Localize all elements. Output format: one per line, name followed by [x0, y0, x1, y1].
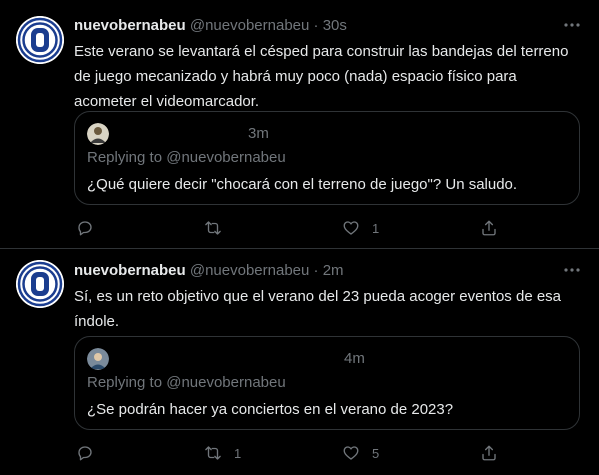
retweet-icon: [205, 221, 221, 235]
heart-icon: [343, 221, 359, 235]
more-horizontal-icon: [564, 23, 580, 27]
avatar[interactable]: [16, 16, 64, 64]
like-button[interactable]: 1: [342, 218, 379, 238]
like-button[interactable]: 5: [342, 443, 379, 463]
nuevobernabeu-logo-icon: [16, 260, 64, 308]
share-button[interactable]: [480, 218, 498, 238]
nuevobernabeu-logo-icon: [16, 16, 64, 64]
more-options-button[interactable]: [561, 259, 583, 281]
tweet[interactable]: nuevobernabeu @nuevobernabeu · 2m Sí, es…: [0, 249, 599, 475]
display-name[interactable]: nuevobernabeu: [74, 17, 186, 34]
quoted-tweet[interactable]: 3m Replying to @nuevobernabeu ¿Qué quier…: [74, 111, 580, 205]
quoted-tweet[interactable]: 4m Replying to @nuevobernabeu ¿Se podrán…: [74, 336, 580, 430]
separator-dot: ·: [313, 262, 319, 279]
quoted-time: 4m: [344, 350, 365, 367]
retweet-icon: [205, 446, 221, 460]
tweet-text: Este verano se levantará el césped para …: [74, 43, 569, 110]
retweet-count: 1: [234, 445, 242, 461]
tweet-header: nuevobernabeu @nuevobernabeu · 2m: [74, 261, 583, 281]
display-name[interactable]: nuevobernabeu: [74, 262, 186, 279]
more-options-button[interactable]: [561, 14, 583, 36]
tweet-actions: 1: [74, 218, 534, 238]
tweet-actions: 1 5: [74, 443, 534, 463]
retweet-button[interactable]: [204, 218, 234, 238]
tweet[interactable]: nuevobernabeu @nuevobernabeu · 30s Este …: [0, 0, 599, 249]
reply-button[interactable]: [76, 218, 106, 238]
tweet-text: Sí, es un reto objetivo que el verano de…: [74, 288, 562, 330]
tweet-time[interactable]: 2m: [323, 262, 344, 279]
share-icon: [482, 220, 496, 236]
replying-to-label: Replying to @nuevobernabeu: [87, 149, 286, 166]
user-handle[interactable]: @nuevobernabeu: [190, 262, 310, 279]
avatar[interactable]: [16, 260, 64, 308]
separator-dot: ·: [313, 17, 319, 34]
reply-icon: [78, 221, 92, 236]
reply-icon: [78, 446, 92, 461]
quoted-text: ¿Se podrán hacer ya conciertos en el ver…: [87, 401, 454, 418]
more-horizontal-icon: [564, 268, 580, 272]
tweet-header: nuevobernabeu @nuevobernabeu · 30s: [74, 16, 583, 36]
quoted-time: 3m: [248, 125, 269, 142]
user-photo-icon: [87, 123, 109, 145]
tweet-time[interactable]: 30s: [323, 17, 347, 34]
retweet-button[interactable]: 1: [204, 443, 241, 463]
replying-to-label: Replying to @nuevobernabeu: [87, 374, 286, 391]
share-icon: [482, 445, 496, 461]
share-button[interactable]: [480, 443, 498, 463]
reply-button[interactable]: [76, 443, 106, 463]
like-count: 5: [372, 445, 380, 461]
heart-icon: [343, 446, 359, 460]
quoted-avatar[interactable]: [87, 348, 109, 370]
user-handle[interactable]: @nuevobernabeu: [190, 17, 310, 34]
quoted-text: ¿Qué quiere decir "chocará con el terren…: [87, 176, 518, 193]
user-photo-icon: [87, 348, 109, 370]
quoted-avatar[interactable]: [87, 123, 109, 145]
like-count: 1: [372, 220, 380, 236]
